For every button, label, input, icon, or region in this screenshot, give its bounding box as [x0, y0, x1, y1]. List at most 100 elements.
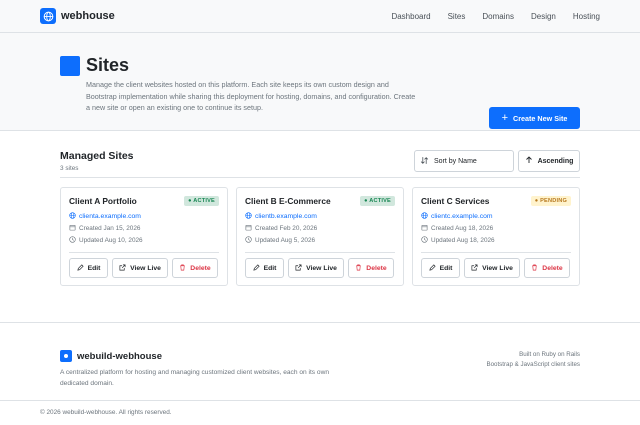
- view-live-button[interactable]: View Live: [464, 258, 520, 278]
- card-divider: [245, 252, 395, 253]
- updated-date: Updated Aug 5, 2026: [245, 236, 395, 245]
- delete-label: Delete: [542, 264, 563, 272]
- pencil-icon: [77, 263, 84, 273]
- sort-label: Sort by Name: [434, 157, 477, 165]
- brand-name: webhouse: [61, 10, 115, 22]
- status-badge: ● PENDING: [530, 196, 571, 206]
- delete-button[interactable]: Delete: [348, 258, 394, 278]
- site-card: Client B E-Commerce ● ACTIVE clientb.exa…: [236, 187, 404, 286]
- footer-description: A centralized platform for hosting and m…: [60, 369, 330, 387]
- pencil-icon: [253, 263, 260, 273]
- calendar-icon: [421, 224, 428, 233]
- external-link-icon: [295, 264, 302, 273]
- navbar: webhouse Dashboard Sites Domains Design …: [0, 0, 640, 33]
- globe-icon: [421, 212, 428, 221]
- page-description: Manage the client websites hosted on thi…: [86, 80, 416, 112]
- edit-label: Edit: [87, 264, 101, 272]
- hero-icon: [60, 55, 80, 76]
- delete-button[interactable]: Delete: [172, 258, 218, 278]
- delete-label: Delete: [366, 264, 387, 272]
- nav-link-dashboard[interactable]: Dashboard: [391, 12, 430, 21]
- card-divider: [421, 252, 571, 253]
- nav-link-sites[interactable]: Sites: [448, 12, 466, 21]
- created-label: Created Aug 18, 2026: [431, 225, 494, 232]
- sort-icon: [420, 156, 429, 167]
- created-date: Created Feb 20, 2026: [245, 224, 395, 233]
- section-divider: [60, 177, 580, 178]
- brand[interactable]: webhouse: [40, 8, 115, 24]
- pencil-icon: [429, 263, 436, 273]
- site-title: Client B E-Commerce: [245, 196, 331, 206]
- site-title: Client C Services: [421, 196, 490, 206]
- nav-link-domains[interactable]: Domains: [482, 12, 514, 21]
- edit-label: Edit: [263, 264, 277, 272]
- page-title: Sites: [86, 55, 130, 75]
- site-title: Client A Portfolio: [69, 196, 137, 206]
- external-link-icon: [471, 264, 478, 273]
- arrow-up-icon: [525, 156, 533, 166]
- updated-label: Updated Aug 5, 2026: [255, 237, 316, 244]
- updated-date: Updated Aug 10, 2026: [69, 236, 219, 245]
- delete-label: Delete: [190, 264, 211, 272]
- managed-sites-section: Managed Sites 3 sites Sort by Name Ascen…: [0, 131, 640, 323]
- clock-icon: [421, 236, 428, 245]
- globe-icon: [40, 8, 56, 24]
- card-divider: [69, 252, 219, 253]
- plus-icon: +: [501, 111, 509, 124]
- footer-tech-line-1: Built on Ruby on Rails: [519, 351, 580, 358]
- site-count: 3 sites: [60, 165, 79, 172]
- copyright: © 2026 webuild-webhouse. All rights rese…: [0, 400, 640, 424]
- clock-icon: [69, 236, 76, 245]
- site-card: Client A Portfolio ● ACTIVE clienta.exam…: [60, 187, 228, 286]
- status-badge: ● ACTIVE: [184, 196, 219, 206]
- updated-label: Updated Aug 18, 2026: [431, 237, 495, 244]
- delete-button[interactable]: Delete: [524, 258, 570, 278]
- clock-icon: [245, 236, 252, 245]
- sort-order-label: Ascending: [537, 157, 574, 165]
- site-url-link[interactable]: clientc.example.com: [421, 212, 571, 221]
- view-live-button[interactable]: View Live: [112, 258, 168, 278]
- created-label: Created Feb 20, 2026: [255, 225, 318, 232]
- footer-logo-icon: [60, 350, 72, 362]
- site-url-link[interactable]: clienta.example.com: [69, 212, 219, 221]
- nav-links: Dashboard Sites Domains Design Hosting: [374, 12, 600, 21]
- create-new-site-button[interactable]: + Create New Site: [489, 107, 580, 129]
- sort-select[interactable]: Sort by Name: [414, 150, 514, 172]
- trash-icon: [179, 264, 186, 273]
- external-link-icon: [119, 264, 126, 273]
- site-url: clienta.example.com: [79, 213, 141, 220]
- globe-icon: [245, 212, 252, 221]
- edit-button[interactable]: Edit: [69, 258, 108, 278]
- view-live-label: View Live: [130, 264, 161, 272]
- globe-icon: [69, 212, 76, 221]
- site-cards: Client A Portfolio ● ACTIVE clienta.exam…: [60, 187, 580, 286]
- created-date: Created Jan 15, 2026: [69, 224, 219, 233]
- calendar-icon: [245, 224, 252, 233]
- view-live-label: View Live: [306, 264, 337, 272]
- section-title: Managed Sites: [60, 150, 134, 162]
- sort-order-button[interactable]: Ascending: [518, 150, 580, 172]
- created-label: Created Jan 15, 2026: [79, 225, 141, 232]
- site-url: clientb.example.com: [255, 213, 317, 220]
- trash-icon: [531, 264, 538, 273]
- site-url-link[interactable]: clientb.example.com: [245, 212, 395, 221]
- hero: Sites Manage the client websites hosted …: [0, 33, 640, 131]
- updated-label: Updated Aug 10, 2026: [79, 237, 143, 244]
- site-url: clientc.example.com: [431, 213, 493, 220]
- nav-link-design[interactable]: Design: [531, 12, 556, 21]
- footer-tech-line-2: Bootstrap & JavaScript client sites: [486, 361, 580, 368]
- view-live-button[interactable]: View Live: [288, 258, 344, 278]
- status-badge: ● ACTIVE: [360, 196, 395, 206]
- footer-tech-info: Built on Ruby on Rails Bootstrap & JavaS…: [486, 350, 580, 370]
- footer-brand: webuild-webhouse: [77, 350, 162, 362]
- edit-button[interactable]: Edit: [421, 258, 460, 278]
- site-card: Client C Services ● PENDING clientc.exam…: [412, 187, 580, 286]
- nav-link-hosting[interactable]: Hosting: [573, 12, 600, 21]
- calendar-icon: [69, 224, 76, 233]
- edit-button[interactable]: Edit: [245, 258, 284, 278]
- footer: webuild-webhouse A centralized platform …: [0, 323, 640, 400]
- edit-label: Edit: [439, 264, 453, 272]
- create-new-site-label: Create New Site: [513, 113, 568, 123]
- trash-icon: [355, 264, 362, 273]
- view-live-label: View Live: [482, 264, 513, 272]
